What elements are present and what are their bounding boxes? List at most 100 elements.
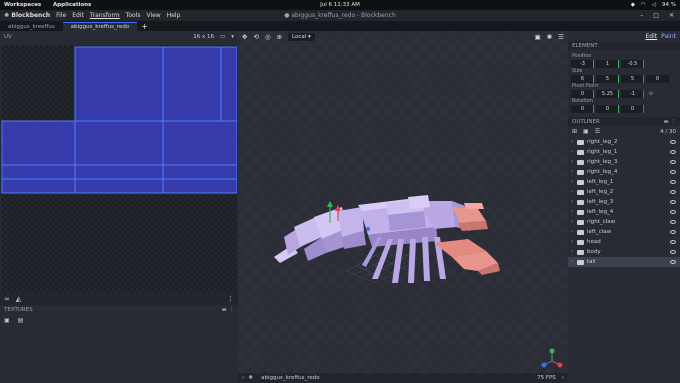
visibility-eye-icon[interactable] <box>670 190 676 194</box>
uv-face-top[interactable] <box>74 46 237 122</box>
visibility-eye-icon[interactable] <box>670 260 676 264</box>
outliner-item[interactable]: › right_claw <box>568 217 680 227</box>
visibility-eye-icon[interactable] <box>670 170 676 174</box>
minimize-icon[interactable]: – <box>640 12 643 19</box>
outliner-item[interactable]: › left_leg_4 <box>568 207 680 217</box>
pivot-x-field[interactable]: 0 <box>571 89 594 98</box>
outliner-collapse-icon[interactable]: ▬ ⋮ <box>664 119 676 125</box>
pivot-row: 0 5.25 -1 ⊹ <box>568 89 680 98</box>
visibility-eye-icon[interactable] <box>670 230 676 234</box>
render-mode-icon[interactable]: ▣ <box>535 33 541 41</box>
maximize-icon[interactable]: □ <box>653 12 659 19</box>
size-y-field[interactable]: 5 <box>596 74 619 83</box>
pivot-z-field[interactable]: -1 <box>621 89 644 98</box>
menu-file[interactable]: File <box>56 12 66 19</box>
visibility-eye-icon[interactable] <box>670 220 676 224</box>
outliner-item[interactable]: › right_leg_1 <box>568 147 680 157</box>
menu-transform[interactable]: Transform <box>90 12 120 19</box>
previous-arrow-icon[interactable]: ‹ <box>242 375 244 381</box>
uv-panel: UV 16 x 16 ▭ ▾ <box>0 31 238 324</box>
menu-tools[interactable]: Tools <box>126 12 141 19</box>
rotation-x-field[interactable]: 0 <box>571 104 594 113</box>
visibility-eye-icon[interactable] <box>670 240 676 244</box>
link-icon[interactable]: ∞ <box>4 295 10 303</box>
uv-grid-icon[interactable]: ▭ <box>220 34 225 40</box>
textures-panel: TEXTURES ▬ ⋮ ▣ ▤ <box>0 305 238 383</box>
import-texture-icon[interactable]: ▣ <box>4 317 10 324</box>
outliner-item[interactable]: › left_claw <box>568 227 680 237</box>
tab-abiggus-kreeffus[interactable]: abiggus_kreeffus <box>0 22 63 31</box>
folder-icon <box>577 259 584 265</box>
3d-viewport[interactable]: ✥ ⟲ ◎ ⊕ Local ▾ ▣ ✺ ☰ ‹ ❖ abiggus_kreffu… <box>238 31 568 383</box>
visibility-eye-icon[interactable] <box>670 250 676 254</box>
tray-icon[interactable]: ◆ <box>631 2 635 8</box>
menu-help[interactable]: Help <box>167 12 181 19</box>
outliner-item-label: left_leg_2 <box>587 189 614 195</box>
vertex-snap-icon[interactable]: ⊕ <box>277 33 282 41</box>
close-icon[interactable]: ✕ <box>669 12 674 19</box>
uv-menu-icon[interactable]: ▾ <box>231 34 234 40</box>
paint-bucket-icon[interactable]: ◭ <box>16 295 21 303</box>
toggle-all-icon[interactable]: ☰ <box>595 128 600 135</box>
center-pivot-icon[interactable]: ⊹ <box>646 90 656 97</box>
uv-title: UV <box>4 34 12 40</box>
outliner-item[interactable]: › head <box>568 237 680 247</box>
visibility-eye-icon[interactable] <box>670 200 676 204</box>
size-z-field[interactable]: 5 <box>621 74 644 83</box>
visibility-eye-icon[interactable] <box>670 140 676 144</box>
create-texture-icon[interactable]: ▤ <box>18 317 24 324</box>
pivot-y-field[interactable]: 5.25 <box>596 89 619 98</box>
applications-button[interactable]: Applications <box>53 2 91 8</box>
workspaces-button[interactable]: Workspaces <box>4 2 41 8</box>
rotate-tool-icon[interactable]: ⟲ <box>253 33 258 41</box>
rotation-z-field[interactable]: 0 <box>621 104 644 113</box>
move-tool-icon[interactable]: ✥ <box>242 33 247 41</box>
tab-label: abiggus_kreffus_redo <box>70 24 130 30</box>
collapse-icon[interactable]: ▬ ⋮ <box>222 307 234 313</box>
size-x-field[interactable]: 6 <box>571 74 594 83</box>
outliner-item[interactable]: › right_leg_2 <box>568 137 680 147</box>
folder-icon <box>577 219 584 225</box>
transform-space-select[interactable]: Local ▾ <box>288 32 315 41</box>
pivot-tool-icon[interactable]: ◎ <box>265 33 271 41</box>
visibility-eye-icon[interactable] <box>670 180 676 184</box>
rotation-y-field[interactable]: 0 <box>596 104 619 113</box>
position-z-field[interactable]: -0.5 <box>621 59 644 68</box>
outliner-item[interactable]: › left_leg_2 <box>568 187 680 197</box>
add-group-icon[interactable]: ▣ <box>583 128 589 135</box>
outliner-item[interactable]: › left_leg_3 <box>568 197 680 207</box>
uv-size[interactable]: 16 x 16 <box>193 34 214 40</box>
menu-edit[interactable]: Edit <box>72 12 84 19</box>
new-tab-button[interactable]: + <box>137 22 152 31</box>
position-x-field[interactable]: -3 <box>571 59 594 68</box>
wifi-icon[interactable]: ◠ <box>641 2 646 8</box>
rotation-row: 0 0 0 <box>568 104 680 113</box>
visibility-eye-icon[interactable] <box>670 160 676 164</box>
uv-face-sides[interactable] <box>1 120 237 194</box>
menu-view[interactable]: View <box>146 12 160 19</box>
next-arrow-icon[interactable]: › <box>562 375 564 381</box>
viewport-menu-icon[interactable]: ☰ <box>558 33 564 41</box>
volume-icon[interactable]: ◁ <box>652 2 656 8</box>
outliner-item[interactable]: › body <box>568 247 680 257</box>
add-cube-icon[interactable]: ⊞ <box>572 128 577 135</box>
battery-level[interactable]: 94 % <box>662 2 676 8</box>
lighting-icon[interactable]: ✺ <box>547 33 552 41</box>
visibility-eye-icon[interactable] <box>670 210 676 214</box>
outliner-item-label: right_leg_2 <box>587 139 618 145</box>
outliner-item[interactable]: › left_leg_1 <box>568 177 680 187</box>
outliner-item[interactable]: › right_leg_3 <box>568 157 680 167</box>
tab-abiggus-kreffus-redo[interactable]: abiggus_kreffus_redo <box>62 22 138 31</box>
size-row: 6 5 5 0 <box>568 74 680 83</box>
visibility-eye-icon[interactable] <box>670 150 676 154</box>
inflate-field[interactable]: 0 <box>646 74 669 83</box>
system-clock[interactable]: Jul 6 11:33 AM <box>0 2 680 8</box>
tools-more-icon[interactable]: ⋮ <box>227 295 234 303</box>
outliner-item[interactable]: › right_leg_4 <box>568 167 680 177</box>
paint-mode-tab[interactable]: Paint <box>661 33 676 40</box>
uv-editor-canvas[interactable] <box>1 45 237 313</box>
outliner-item[interactable]: › tail <box>568 257 680 267</box>
outliner-title: OUTLINER <box>572 118 600 125</box>
position-y-field[interactable]: 1 <box>596 59 619 68</box>
edit-mode-tab[interactable]: Edit <box>646 33 658 40</box>
